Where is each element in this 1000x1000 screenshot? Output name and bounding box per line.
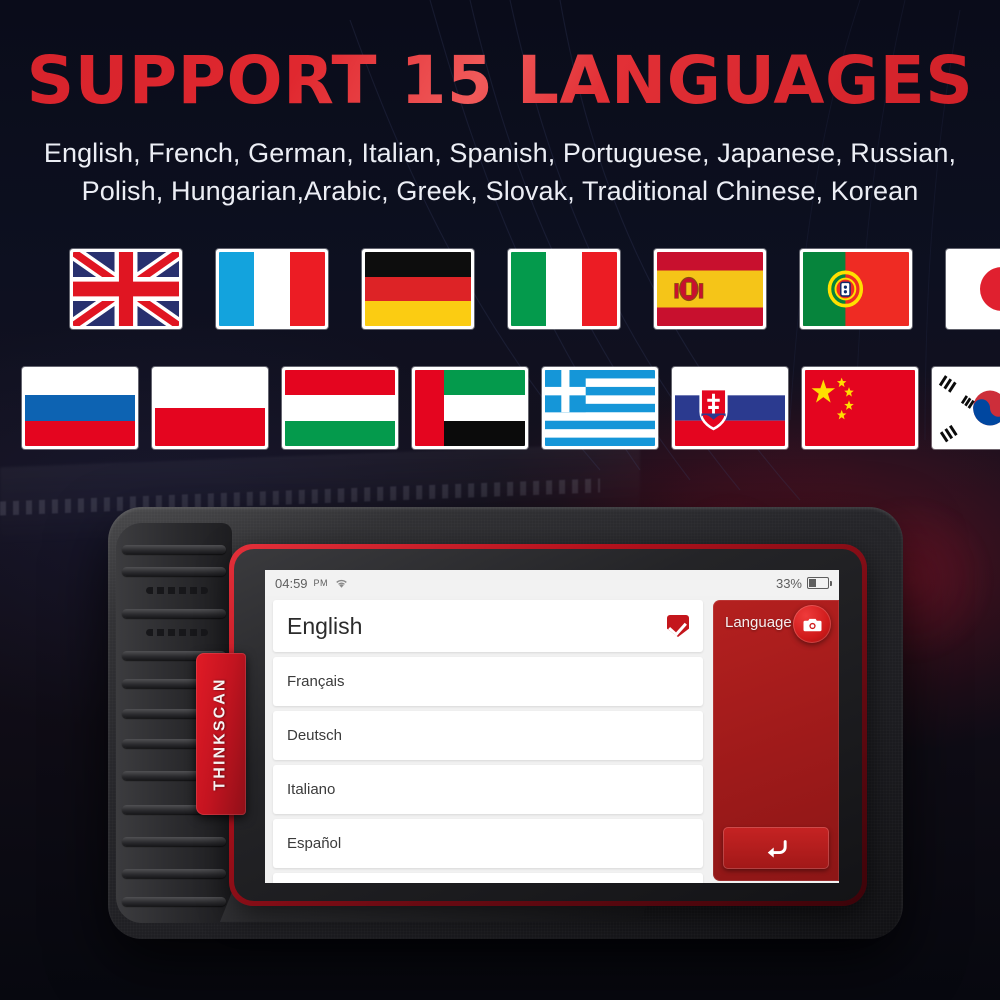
device-screen: 04:59 PM 33% English Français Deutsch It…: [265, 570, 839, 883]
subtitle-line-2: Polish, Hungarian,Arabic, Greek, Slovak,…: [81, 176, 919, 206]
brand-label: THINKSCAN: [212, 677, 229, 791]
language-label: Italiano: [287, 781, 336, 798]
subtitle-line-1: English, French, German, Italian, Spanis…: [43, 138, 957, 168]
language-label: English: [287, 612, 363, 639]
flag-japan: [946, 249, 1000, 329]
flag-united-kingdom: [70, 249, 182, 329]
language-option-english[interactable]: English: [273, 600, 703, 652]
language-option-espanol[interactable]: Español: [273, 819, 703, 868]
camera-glyph: [803, 618, 821, 631]
language-option-italiano[interactable]: Italiano: [273, 765, 703, 814]
battery-icon: [807, 577, 832, 589]
language-settings-screen: 04:59 PM 33% English Français Deutsch It…: [265, 570, 839, 883]
flag-uae: [412, 367, 528, 449]
flag-south-korea: [932, 367, 1000, 449]
status-bar-right: 33%: [775, 575, 832, 591]
flag-slovakia: [672, 367, 788, 449]
language-label: Deutsch: [287, 727, 343, 744]
language-list[interactable]: English Français Deutsch Italiano Españo…: [273, 600, 703, 883]
thinkscan-brand-tab: THINKSCAN: [196, 653, 246, 815]
language-label: Français: [287, 673, 345, 690]
flag-germany: [362, 249, 474, 329]
panel-title: Language: [725, 614, 792, 631]
flag-china: [802, 367, 918, 449]
language-list-subtitle: English, French, German, Italian, Spanis…: [0, 134, 1000, 210]
flag-row-secondary: [22, 367, 1000, 449]
back-button[interactable]: [723, 827, 829, 869]
flag-france: [216, 249, 328, 329]
wifi-icon: [334, 577, 349, 589]
flag-italy: [508, 249, 620, 329]
language-label: Español: [287, 835, 342, 852]
camera-icon[interactable]: [793, 605, 831, 643]
flag-hungary: [282, 367, 398, 449]
side-panel: Language: [713, 600, 839, 881]
language-option-francais[interactable]: Français: [273, 657, 703, 706]
status-ampm: PM: [313, 578, 329, 588]
status-bar: 04:59 PM 33%: [265, 570, 839, 596]
status-time: 04:59: [275, 575, 308, 591]
flag-spain: [654, 249, 766, 329]
page-title: SUPPORT 15 LANGUAGES: [0, 42, 1000, 119]
language-option-portugues[interactable]: Português: [273, 873, 703, 883]
language-option-deutsch[interactable]: Deutsch: [273, 711, 703, 760]
flag-row-primary: [70, 249, 1000, 329]
flag-poland: [152, 367, 268, 449]
flag-portugal: [800, 249, 912, 329]
back-arrow-icon: [767, 840, 787, 858]
flag-russia: [22, 367, 138, 449]
status-bar-left: 04:59 PM: [275, 576, 349, 591]
battery-percent: 33%: [775, 575, 802, 591]
checkmark-icon[interactable]: [667, 615, 689, 637]
flag-greece: [542, 367, 658, 449]
